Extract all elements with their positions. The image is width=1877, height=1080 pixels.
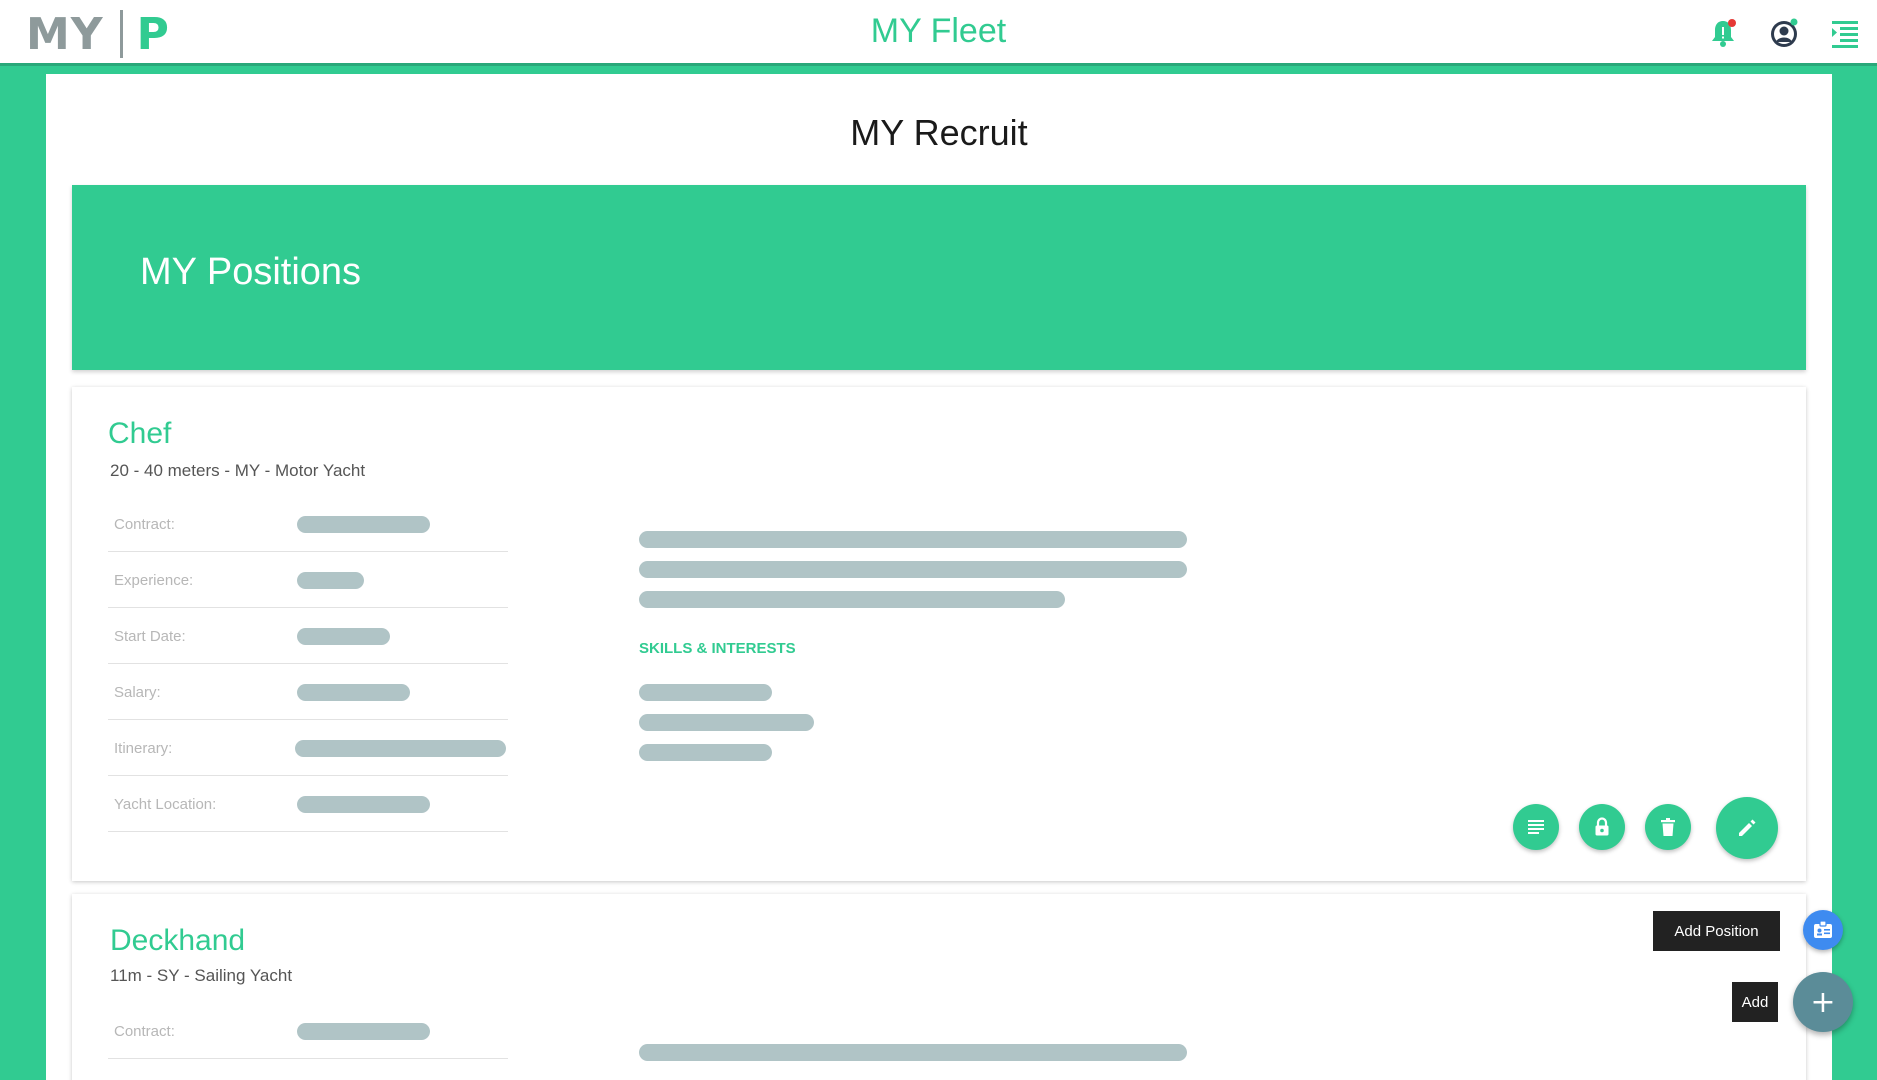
- field-value-placeholder: [297, 796, 430, 813]
- field-row-start-date: Start Date:: [108, 608, 508, 664]
- menu-icon[interactable]: [1828, 16, 1862, 50]
- field-value-placeholder: [297, 516, 430, 533]
- field-label: Start Date:: [114, 628, 186, 645]
- field-label: Contract:: [114, 516, 175, 533]
- add-position-tooltip: Add Position: [1653, 911, 1780, 951]
- add-position-button[interactable]: [1803, 910, 1843, 950]
- position-card: Chef 20 - 40 meters - MY - Motor Yacht C…: [72, 387, 1806, 881]
- bell-icon[interactable]: [1706, 16, 1740, 50]
- position-title: Deckhand: [110, 924, 246, 957]
- field-row-yacht-location: Yacht Location:: [108, 776, 508, 832]
- field-label: Yacht Location:: [114, 796, 217, 813]
- positions-banner: MY Positions: [72, 185, 1806, 370]
- field-row-contract: Contract:: [108, 1003, 508, 1059]
- skill-placeholder: [639, 744, 772, 761]
- field-label: Contract:: [114, 1023, 175, 1040]
- description-line-placeholder: [639, 1044, 1187, 1061]
- description-line-placeholder: [639, 531, 1187, 548]
- description-line-placeholder: [639, 561, 1187, 578]
- top-app-bar: MY P MY Fleet: [0, 0, 1877, 66]
- lock-button[interactable]: [1579, 804, 1625, 850]
- skill-placeholder: [639, 714, 814, 731]
- field-value-placeholder: [297, 1023, 430, 1040]
- description-icon: [1528, 820, 1544, 834]
- lock-icon: [1595, 817, 1609, 836]
- field-row-experience: Experience:: [108, 552, 508, 608]
- field-row-contract: Contract:: [108, 496, 508, 552]
- badge-icon: [1814, 920, 1832, 938]
- position-title: Chef: [108, 417, 172, 450]
- main-content: MY Recruit MY Positions Chef 20 - 40 met…: [46, 74, 1832, 1080]
- app-title: MY Fleet: [870, 12, 1007, 50]
- field-row-salary: Salary:: [108, 664, 508, 720]
- banner-title: MY Positions: [140, 251, 362, 293]
- details-button[interactable]: [1513, 804, 1559, 850]
- delete-icon: [1661, 818, 1675, 836]
- skill-placeholder: [639, 684, 772, 701]
- field-value-placeholder: [297, 628, 390, 645]
- field-value-placeholder: [297, 572, 364, 589]
- add-tooltip: Add: [1732, 982, 1778, 1022]
- skills-heading: SKILLS & INTERESTS: [639, 640, 796, 657]
- delete-button[interactable]: [1645, 804, 1691, 850]
- plus-icon: +: [1810, 984, 1836, 1020]
- user-icon[interactable]: [1767, 16, 1801, 50]
- field-value-placeholder: [297, 684, 410, 701]
- field-label: Salary:: [114, 684, 161, 701]
- field-label: Experience:: [114, 572, 194, 589]
- position-subtitle: 20 - 40 meters - MY - Motor Yacht: [110, 461, 366, 480]
- description-line-placeholder: [639, 591, 1065, 608]
- field-row-itinerary: Itinerary:: [108, 720, 508, 776]
- page-title: MY Recruit: [850, 112, 1028, 153]
- position-subtitle: 11m - SY - Sailing Yacht: [110, 966, 293, 985]
- field-label: Itinerary:: [114, 740, 173, 757]
- edit-icon: [1739, 819, 1756, 836]
- field-value-placeholder: [295, 740, 506, 757]
- position-card: Deckhand 11m - SY - Sailing Yacht Contra…: [72, 894, 1806, 1080]
- edit-button[interactable]: [1716, 797, 1778, 859]
- add-button[interactable]: +: [1793, 972, 1853, 1032]
